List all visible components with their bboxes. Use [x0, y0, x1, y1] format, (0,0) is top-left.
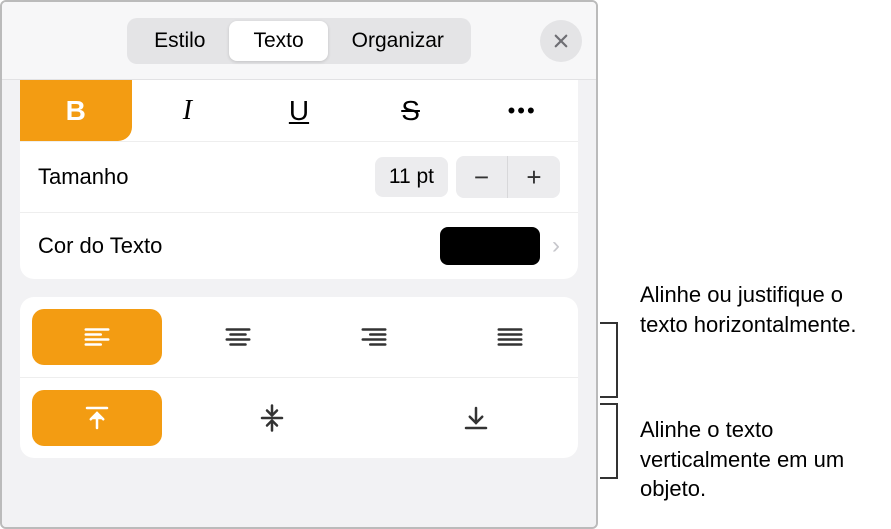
underline-button[interactable]: U — [243, 80, 355, 141]
align-center-button[interactable] — [170, 309, 306, 365]
more-options-button[interactable]: ••• — [466, 80, 578, 141]
close-icon — [552, 32, 570, 50]
scroll-area[interactable]: B I U S ••• Tamanho 11 pt − + Cor do Tex… — [2, 80, 596, 527]
tab-style[interactable]: Estilo — [130, 21, 229, 61]
valign-top-icon — [82, 403, 112, 433]
tab-text[interactable]: Texto — [229, 21, 327, 61]
strikethrough-button[interactable]: S — [355, 80, 467, 141]
valign-middle-button[interactable] — [170, 390, 374, 446]
valign-bottom-icon — [461, 403, 491, 433]
size-label: Tamanho — [38, 164, 129, 190]
callout-vertical-alignment: Alinhe o texto verticalmente em um objet… — [640, 415, 890, 504]
format-inspector-panel: Estilo Texto Organizar B I U S ••• Taman… — [0, 0, 598, 529]
vertical-alignment-row — [20, 378, 578, 458]
callout-bracket-vertical — [600, 403, 618, 479]
align-center-icon — [223, 322, 253, 352]
size-value[interactable]: 11 pt — [375, 157, 448, 197]
text-color-row[interactable]: Cor do Texto › — [20, 213, 578, 279]
tabs-bar: Estilo Texto Organizar — [2, 2, 596, 80]
text-color-disclosure: › — [440, 227, 560, 265]
callout-horizontal-alignment: Alinhe ou justifique o texto horizontalm… — [640, 280, 890, 339]
size-increase-button[interactable]: + — [508, 156, 560, 198]
size-controls: 11 pt − + — [375, 156, 560, 198]
size-decrease-button[interactable]: − — [456, 156, 508, 198]
text-style-row: B I U S ••• — [20, 80, 578, 142]
align-justify-button[interactable] — [442, 309, 578, 365]
valign-top-button[interactable] — [32, 390, 162, 446]
align-left-button[interactable] — [32, 309, 162, 365]
tab-arrange[interactable]: Organizar — [328, 21, 468, 61]
size-row: Tamanho 11 pt − + — [20, 142, 578, 213]
bold-button[interactable]: B — [20, 80, 132, 141]
text-color-label: Cor do Texto — [38, 233, 162, 259]
horizontal-alignment-row — [20, 297, 578, 378]
text-style-card: B I U S ••• Tamanho 11 pt − + Cor do Tex… — [20, 80, 578, 279]
alignment-card — [20, 297, 578, 458]
align-left-icon — [82, 322, 112, 352]
italic-button[interactable]: I — [132, 80, 244, 141]
align-right-button[interactable] — [306, 309, 442, 365]
callout-bracket-horizontal — [600, 322, 618, 398]
valign-bottom-button[interactable] — [374, 390, 578, 446]
close-button[interactable] — [540, 20, 582, 62]
segmented-control: Estilo Texto Organizar — [127, 18, 471, 64]
text-color-swatch[interactable] — [440, 227, 540, 265]
size-stepper: − + — [456, 156, 560, 198]
align-right-icon — [359, 322, 389, 352]
chevron-right-icon: › — [552, 232, 560, 260]
valign-middle-icon — [257, 403, 287, 433]
align-justify-icon — [495, 322, 525, 352]
